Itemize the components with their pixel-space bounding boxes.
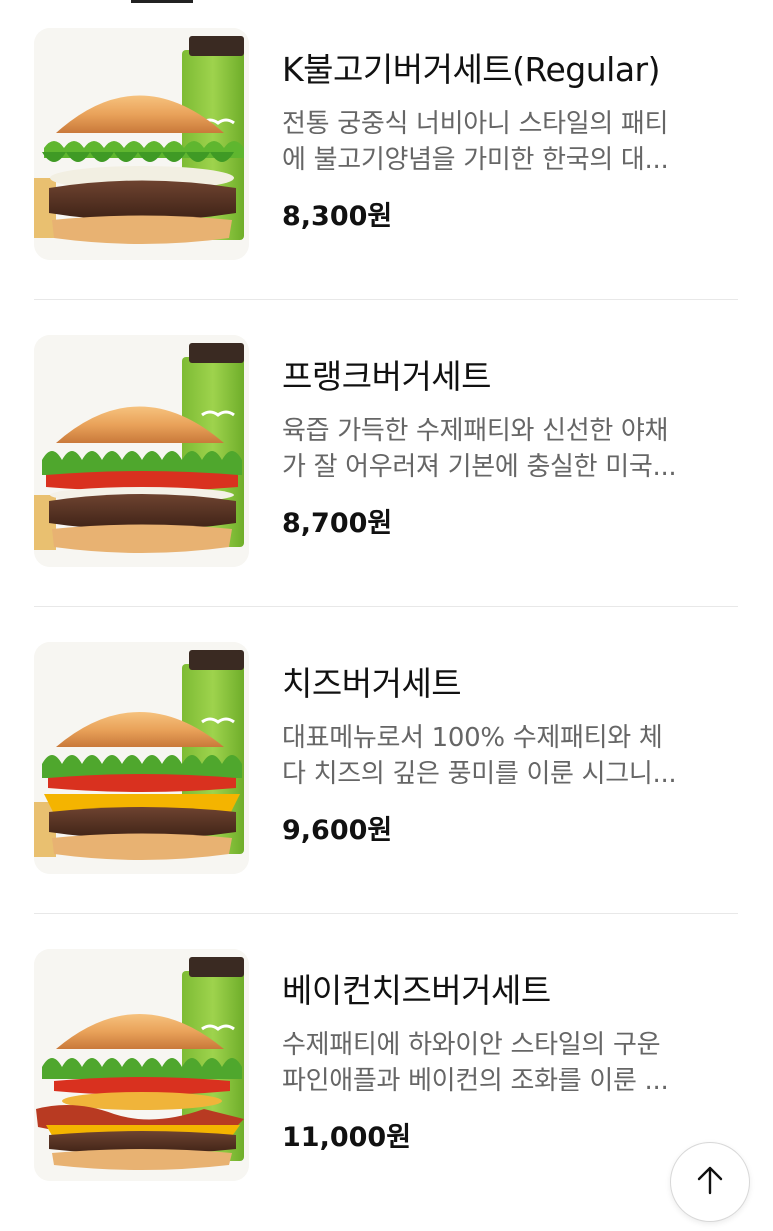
menu-item-name: 프랭크버거세트: [282, 357, 492, 396]
menu-item-price: 8,700원: [282, 508, 393, 539]
description-line-1: 전통 궁중식 너비아니 스타일의 패티: [282, 109, 669, 139]
menu-item-name: 베이컨치즈버거세트: [282, 971, 551, 1010]
bacon-cheese-burger-set-image: [34, 949, 249, 1181]
description-line-2: 파인애플과 베이컨의 조화를 이룬 ...: [282, 1066, 669, 1096]
description-line-2: 가 잘 어우러져 기본에 충실한 미국...: [282, 452, 677, 482]
scroll-to-top-button[interactable]: [670, 1142, 750, 1222]
menu-item-k-bulgogi[interactable]: K불고기버거세트(Regular) 전통 궁중식 너비아니 스타일의 패티 에 …: [0, 20, 773, 310]
menu-item-description: 전통 궁중식 너비아니 스타일의 패티 에 불고기양념을 가미한 한국의 대..…: [282, 106, 734, 178]
divider: [34, 606, 738, 607]
top-tab-indicator: [131, 0, 193, 3]
menu-item-name: K불고기버거세트(Regular): [282, 50, 660, 89]
divider: [34, 913, 738, 914]
description-line-2: 에 불고기양념을 가미한 한국의 대...: [282, 145, 669, 175]
divider: [34, 299, 738, 300]
menu-item-description: 대표메뉴로서 100% 수제패티와 체 다 치즈의 깊은 풍미를 이룬 시그니.…: [282, 720, 734, 792]
k-bulgogi-burger-set-image: [34, 28, 249, 260]
arrow-up-icon: [693, 1163, 727, 1201]
description-line-2: 다 치즈의 깊은 풍미를 이룬 시그니...: [282, 759, 677, 789]
menu-item-frank[interactable]: 프랭크버거세트 육즙 가득한 수제패티와 신선한 야채 가 잘 어우러져 기본에…: [0, 327, 773, 617]
description-line-1: 육즙 가득한 수제패티와 신선한 야채: [282, 416, 669, 446]
menu-item-price: 9,600원: [282, 815, 393, 846]
menu-item-description: 수제패티에 하와이안 스타일의 구운 파인애플과 베이컨의 조화를 이룬 ...: [282, 1027, 734, 1099]
frank-burger-set-image: [34, 335, 249, 567]
menu-item-bacon-cheese[interactable]: 베이컨치즈버거세트 수제패티에 하와이안 스타일의 구운 파인애플과 베이컨의 …: [0, 941, 773, 1231]
menu-item-price: 8,300원: [282, 201, 393, 232]
menu-item-name: 치즈버거세트: [282, 664, 462, 703]
description-line-1: 수제패티에 하와이안 스타일의 구운: [282, 1030, 661, 1060]
menu-item-description: 육즙 가득한 수제패티와 신선한 야채 가 잘 어우러져 기본에 충실한 미국.…: [282, 413, 734, 485]
menu-item-cheese[interactable]: 치즈버거세트 대표메뉴로서 100% 수제패티와 체 다 치즈의 깊은 풍미를 …: [0, 634, 773, 924]
description-line-1: 대표메뉴로서 100% 수제패티와 체: [282, 723, 663, 753]
cheese-burger-set-image: [34, 642, 249, 874]
menu-item-price: 11,000원: [282, 1122, 412, 1153]
